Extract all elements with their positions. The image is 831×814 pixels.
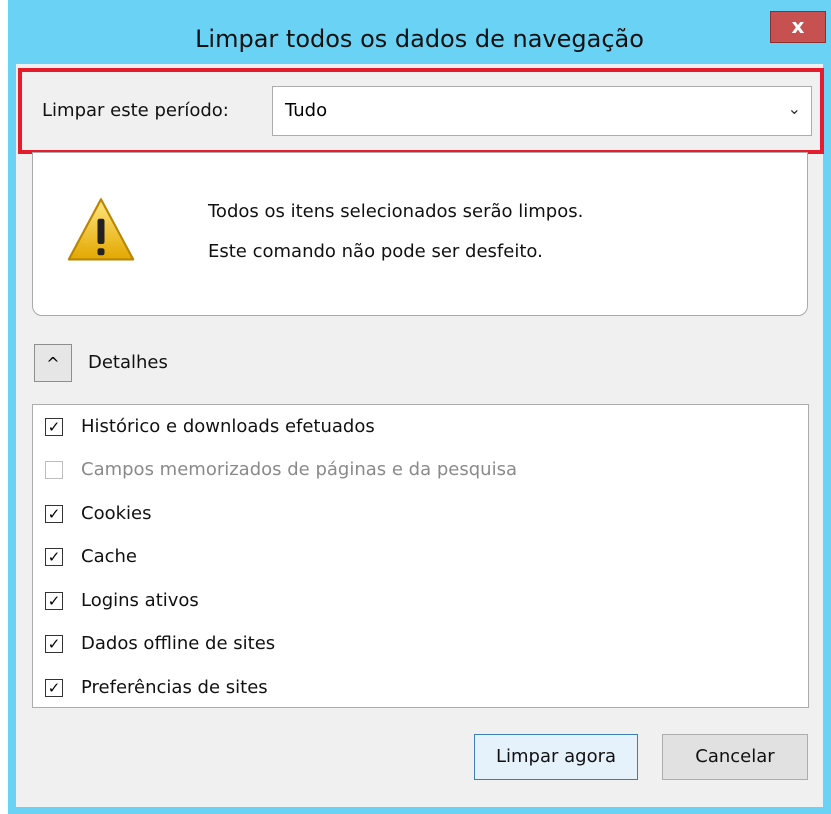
checkbox-history[interactable]: ✓ (45, 418, 63, 436)
warning-icon (67, 198, 135, 261)
checkbox-logins[interactable]: ✓ (45, 592, 63, 610)
item-label: Cache (81, 546, 137, 567)
period-label: Limpar este período: (42, 100, 229, 121)
warning-panel: Todos os itens selecionados serão limpos… (32, 152, 808, 316)
checkbox-cache[interactable]: ✓ (45, 548, 63, 566)
checkbox-form-history (45, 461, 63, 479)
period-highlight-box: Limpar este período: Tudo ⌄ (18, 68, 824, 154)
details-list: ✓ Histórico e downloads efetuados Campos… (32, 404, 809, 708)
checkbox-cookies[interactable]: ✓ (45, 505, 63, 523)
item-label: Histórico e downloads efetuados (81, 416, 375, 437)
cancel-button[interactable]: Cancelar (662, 734, 808, 780)
title-bar: Limpar todos os dados de navegação x (8, 0, 831, 64)
item-label: Logins ativos (81, 590, 199, 611)
item-label: Preferências de sites (81, 677, 268, 698)
dialog-title: Limpar todos os dados de navegação (195, 25, 644, 53)
chevron-down-icon: ⌄ (787, 99, 801, 118)
warning-line-1: Todos os itens selecionados serão limpos… (208, 201, 584, 222)
warning-line-2: Este comando não pode ser desfeito. (208, 241, 543, 262)
period-select[interactable]: Tudo ⌄ (272, 86, 812, 136)
item-label: Cookies (81, 503, 152, 524)
item-label: Dados offline de sites (81, 633, 276, 654)
details-label[interactable]: Detalhes (88, 352, 168, 373)
item-label: Campos memorizados de páginas e da pesqu… (81, 459, 517, 480)
checkbox-site-preferences[interactable]: ✓ (45, 679, 63, 697)
close-button[interactable]: x (770, 11, 826, 43)
clear-now-button[interactable]: Limpar agora (474, 734, 638, 780)
details-toggle-button[interactable]: ^ (34, 344, 72, 382)
period-selected-value: Tudo (285, 100, 328, 121)
checkbox-offline-data[interactable]: ✓ (45, 635, 63, 653)
